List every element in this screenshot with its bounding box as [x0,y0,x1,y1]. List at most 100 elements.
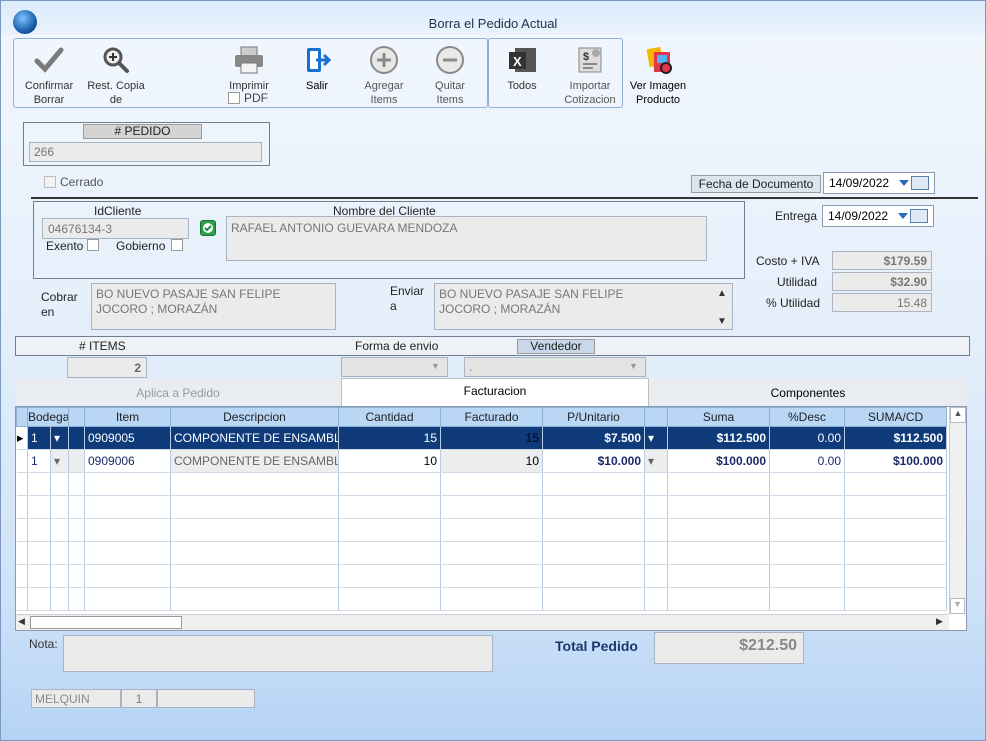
col-sumacd-header[interactable]: SUMA/CD [844,407,947,427]
forma-envio-chevron-icon: ▼ [431,361,440,371]
cell-item[interactable]: 0909005 [84,426,171,450]
pedido-number-field[interactable]: 266 [29,142,262,162]
user-num-field: 1 [121,689,157,708]
costo-iva-field: $179.59 [832,251,932,270]
agregar-items-button[interactable]: Agregar Items [356,44,412,107]
col-facturado-header[interactable]: Facturado [440,407,543,427]
punitario-dropdown-icon[interactable]: ▾ [644,449,668,473]
cell-descripcion[interactable]: COMPONENTE DE ENSAMBL [170,449,339,473]
exento-checkbox[interactable] [87,239,99,251]
vendedor-select[interactable]: . [464,357,646,377]
bodega-dropdown-icon[interactable]: ▾ [50,426,69,450]
enviar-a-label: a [390,299,397,313]
cerrado-checkbox[interactable] [44,176,56,188]
cell-cantidad[interactable]: 10 [338,449,441,473]
user-field: MELQUIN [31,689,121,708]
pdf-checkbox[interactable] [228,92,240,104]
col-bodega-header[interactable]: Bodega [27,407,69,427]
cell-punitario[interactable]: $7.500 [542,426,645,450]
idcliente-label: IdCliente [94,204,142,218]
cobrar-en-field[interactable]: BO NUEVO PASAJE SAN FELIPE JOCORO ; MORA… [91,283,336,330]
vertical-scrollbar[interactable]: ▲ ▼ [949,407,966,614]
cobrar-line2: JOCORO ; MORAZÁN [96,302,218,316]
rest-copia-button[interactable]: Rest. Copia de [85,44,147,107]
horizontal-scroll-thumb[interactable] [30,616,182,629]
cell-bodega[interactable]: 1 [27,449,51,473]
todos-label: Todos [507,80,537,92]
entrega-dropdown-arrow-icon[interactable] [898,213,908,219]
cell-descripcion[interactable]: COMPONENTE DE ENSAMBL [170,426,339,450]
main-window: Borra el Pedido Actual Confirmar Borrar … [0,0,986,741]
summary-bar [15,336,970,356]
calendar-icon[interactable] [911,176,929,190]
idcliente-field[interactable]: 04676134-3 [42,218,189,239]
items-grid[interactable]: Bodega Item Descripcion Cantidad Factura… [15,406,967,631]
cell-desc[interactable]: 0.00 [769,426,845,450]
scroll-up-arrow-icon[interactable]: ▲ [950,407,966,423]
todos-excel-button[interactable]: X Todos [495,44,549,93]
col-item-header[interactable]: Item [84,407,171,427]
col-punitario-header[interactable]: P/Unitario [542,407,645,427]
entrega-calendar-icon[interactable] [910,209,928,223]
salir-button[interactable]: Salir [291,44,343,93]
quitar-items-button[interactable]: Quitar Items [423,44,477,107]
cell-punitario[interactable]: $10.000 [542,449,645,473]
scroll-down-arrow-icon[interactable]: ▼ [950,598,965,614]
forma-envio-label: Forma de envio [355,339,439,353]
cell-bodega[interactable]: 1 [27,426,51,450]
tab-componentes[interactable]: Componentes [649,381,967,406]
scroll-up-icon[interactable]: ▲ [717,288,727,299]
confirmar-borrar-button[interactable]: Confirmar Borrar [19,44,79,107]
tab-facturacion[interactable]: Facturacion [341,378,649,407]
printer-icon [233,44,265,76]
col-desc-header[interactable]: %Desc [769,407,845,427]
total-pedido-value: $212.50 [654,632,804,664]
ver-imagen-label: Ver Imagen Producto [629,80,687,106]
col-suma-header[interactable]: Suma [667,407,770,427]
salir-label: Salir [305,80,328,92]
status-blank-field [157,689,255,708]
enviar-line2: JOCORO ; MORAZÁN [439,302,561,316]
table-row[interactable]: ▶ 1 ▾ 0909005 COMPONENTE DE ENSAMBL 15 1… [16,426,947,450]
scroll-left-arrow-icon[interactable]: ◀ [18,616,25,627]
tab-aplica-pedido[interactable]: Aplica a Pedido [15,381,341,406]
importar-label: Importar Cotizacion [564,80,616,106]
cell-flag [68,426,85,450]
table-row[interactable]: 1 ▾ 0909006 COMPONENTE DE ENSAMBL 10 10 … [16,449,947,473]
enviar-line1: BO NUEVO PASAJE SAN FELIPE [439,287,624,301]
nota-field[interactable] [63,635,493,672]
fecha-documento-label: Fecha de Documento [691,175,821,193]
table-row-empty [16,518,947,542]
nombre-cliente-field[interactable]: RAFAEL ANTONIO GUEVARA MENDOZA [226,216,707,261]
items-label: # ITEMS [79,339,126,353]
col-descripcion-header[interactable]: Descripcion [170,407,339,427]
pdf-label: PDF [244,91,268,105]
svg-text:$: $ [583,51,589,63]
imprimir-button[interactable]: Imprimir [223,44,275,93]
enviar-a-field[interactable]: BO NUEVO PASAJE SAN FELIPE JOCORO ; MORA… [434,283,733,330]
window-title: Borra el Pedido Actual [428,16,558,31]
entrega-value: 14/09/2022 [828,209,889,223]
cell-item[interactable]: 0909006 [84,449,171,473]
fecha-dropdown-arrow-icon[interactable] [899,180,909,186]
col-cantidad-header[interactable]: Cantidad [338,407,441,427]
verify-check-icon[interactable] [200,220,216,236]
cell-cantidad[interactable]: 15 [338,426,441,450]
scroll-right-arrow-icon[interactable]: ▶ [936,616,943,627]
porc-utilidad-field: 15.48 [832,293,932,312]
gobierno-checkbox[interactable] [171,239,183,251]
ver-imagen-button[interactable]: Ver Imagen Producto [627,44,689,107]
cell-desc[interactable]: 0.00 [769,449,845,473]
cell-sumacd: $112.500 [844,426,947,450]
punitario-dropdown-icon[interactable]: ▾ [644,426,668,450]
row-selector [16,449,28,473]
cell-suma: $100.000 [667,449,770,473]
importar-cotizacion-button[interactable]: $ Importar Cotizacion [559,44,621,107]
plus-circle-icon [368,44,400,76]
horizontal-scrollbar[interactable]: ◀ ▶ [16,614,949,630]
cell-sumacd: $100.000 [844,449,947,473]
scroll-down-icon[interactable]: ▼ [717,316,727,327]
rowselector-header [16,407,28,427]
bodega-dropdown-icon[interactable]: ▾ [50,449,69,473]
row-pointer-icon: ▶ [16,426,28,450]
